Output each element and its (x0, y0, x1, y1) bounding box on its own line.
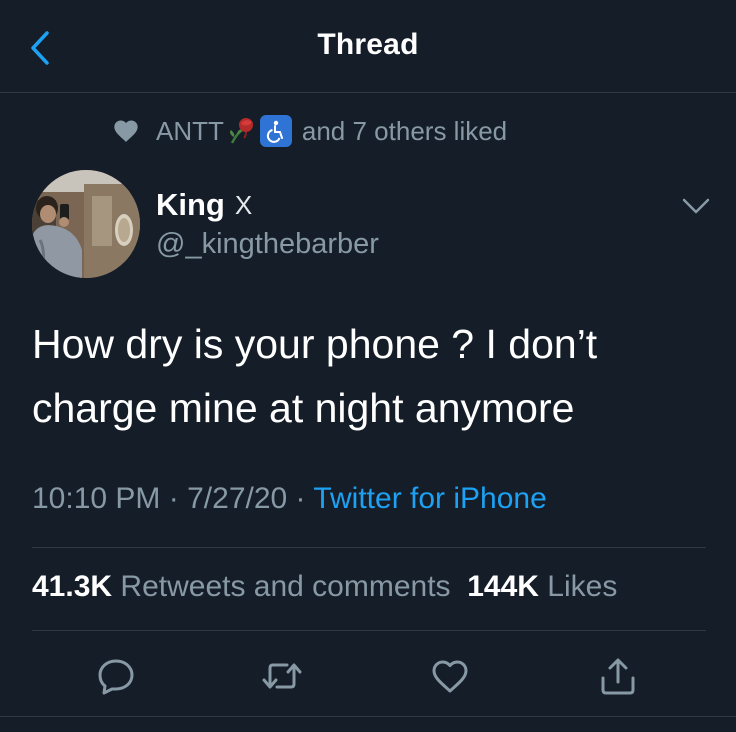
like-icon (432, 660, 468, 693)
like-button[interactable] (430, 656, 470, 696)
liker-name: ANTT (156, 115, 224, 146)
likes-count[interactable]: 144K (467, 570, 539, 603)
share-icon (601, 658, 635, 695)
likes-label[interactable]: Likes (547, 570, 617, 603)
tweet-menu-button[interactable] (678, 192, 714, 220)
reply-button[interactable] (96, 656, 136, 696)
tweet-meta: 10:10 PM · 7/27/20 · Twitter for iPhone (32, 482, 547, 516)
page-title: Thread (317, 28, 419, 61)
retweet-icon (262, 663, 302, 689)
meta-separator: · (295, 482, 306, 515)
wheelchair-symbol-emoji (259, 115, 292, 147)
reply-icon (98, 659, 134, 695)
tweet-source-link[interactable]: Twitter for iPhone (313, 482, 546, 515)
author-name-suffix: X (234, 189, 253, 220)
social-context-text: and 7 others liked (301, 115, 508, 146)
heart-icon (114, 120, 138, 142)
wilted-rose-emoji (229, 118, 253, 144)
retweets-label[interactable]: Retweets and comments (120, 570, 450, 603)
tweet-date: 7/27/20 (187, 482, 288, 515)
author-handle[interactable]: @_kingthebarber (156, 228, 379, 261)
social-context[interactable]: ANTT and 7 others liked (112, 113, 507, 149)
meta-separator: · (168, 482, 179, 515)
tweet-stats: 41.3K Retweets and comments 144K Likes (32, 570, 617, 604)
tweet-text-line: How dry is your phone ? I don’t (32, 321, 598, 367)
author-name[interactable]: King X (156, 187, 252, 223)
divider (0, 716, 736, 717)
retweets-count[interactable]: 41.3K (32, 570, 112, 603)
divider (32, 630, 706, 631)
share-button[interactable] (598, 656, 638, 696)
tweet-time: 10:10 PM (32, 482, 161, 515)
nav-header: Thread (0, 0, 736, 93)
author-display-name: King (156, 187, 225, 222)
tweet-text-line: charge mine at night anymore (32, 385, 575, 431)
retweet-button[interactable] (262, 656, 302, 696)
chevron-down-icon (682, 198, 710, 214)
divider (32, 547, 706, 548)
avatar-photo (32, 170, 140, 278)
avatar[interactable] (32, 170, 140, 278)
tweet-text: How dry is your phone ? I don’t charge m… (32, 312, 712, 440)
tweet-thread-screen: Thread ANTT and 7 others liked King X @_… (0, 0, 736, 732)
